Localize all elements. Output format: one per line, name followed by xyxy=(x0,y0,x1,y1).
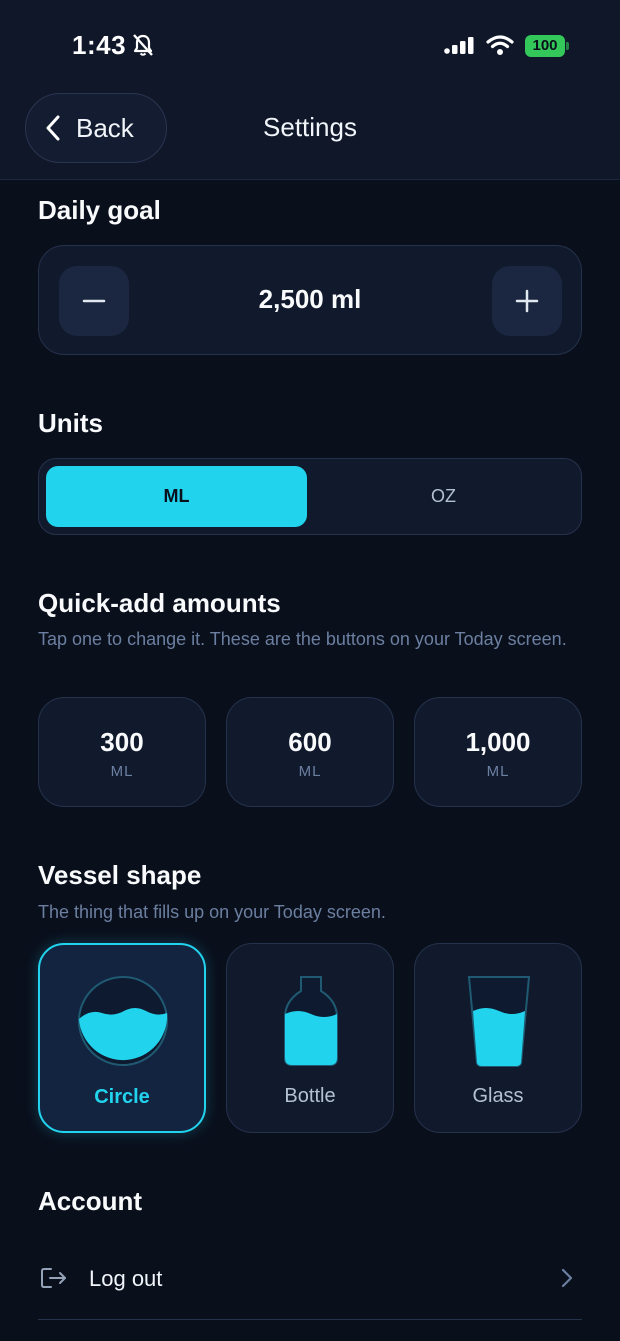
amount-value: 300 xyxy=(100,727,144,757)
unit-option-ml[interactable]: ML xyxy=(46,466,307,527)
cellular-signal-icon xyxy=(444,37,474,54)
vessel-label-glass: Glass xyxy=(472,1085,524,1107)
quick-add-amount-card[interactable]: 600 ML xyxy=(226,697,394,807)
amount-unit: ML xyxy=(486,763,510,780)
plus-icon xyxy=(515,289,539,313)
amount-value: 600 xyxy=(288,727,332,757)
amount-unit: ML xyxy=(298,763,322,780)
quick-add-subtitle: Tap one to change it. These are the butt… xyxy=(38,629,567,649)
vessel-subtitle: The thing that fills up on your Today sc… xyxy=(38,902,386,922)
logout-icon xyxy=(41,1268,66,1288)
vessel-label-circle: Circle xyxy=(94,1086,150,1108)
account-title: Account xyxy=(38,1186,142,1216)
unit-option-oz[interactable]: OZ xyxy=(313,466,574,527)
daily-goal-title: Daily goal xyxy=(38,195,161,225)
vessel-option-glass[interactable]: Glass xyxy=(414,943,582,1133)
quick-add-amount-card[interactable]: 1,000 ML xyxy=(414,697,582,807)
chevron-right-icon xyxy=(561,1268,573,1288)
quick-add-amount-card[interactable]: 300 ML xyxy=(38,697,206,807)
page-title: Settings xyxy=(263,112,357,142)
vessel-title: Vessel shape xyxy=(38,860,202,890)
logout-row[interactable]: Log out xyxy=(38,1245,582,1311)
bell-muted-icon xyxy=(133,34,153,56)
amount-unit: ML xyxy=(110,763,134,780)
status-time: 1:43 xyxy=(72,30,127,60)
vessel-label-bottle: Bottle xyxy=(284,1085,336,1107)
increase-goal-button[interactable] xyxy=(492,266,562,336)
battery-indicator: 100 xyxy=(525,35,565,57)
quick-add-title: Quick-add amounts xyxy=(38,588,281,618)
battery-tip xyxy=(566,42,569,50)
amount-value: 1,000 xyxy=(465,727,531,757)
units-toggle: ML OZ xyxy=(38,458,582,535)
daily-goal-stepper: 2,500 ml xyxy=(38,245,582,355)
divider xyxy=(38,1319,582,1320)
units-title: Units xyxy=(38,408,103,438)
vessel-option-circle[interactable]: Circle xyxy=(38,943,206,1133)
vessel-option-bottle[interactable]: Bottle xyxy=(226,943,394,1133)
wifi-icon xyxy=(486,35,514,55)
logout-label: Log out xyxy=(89,1266,163,1291)
